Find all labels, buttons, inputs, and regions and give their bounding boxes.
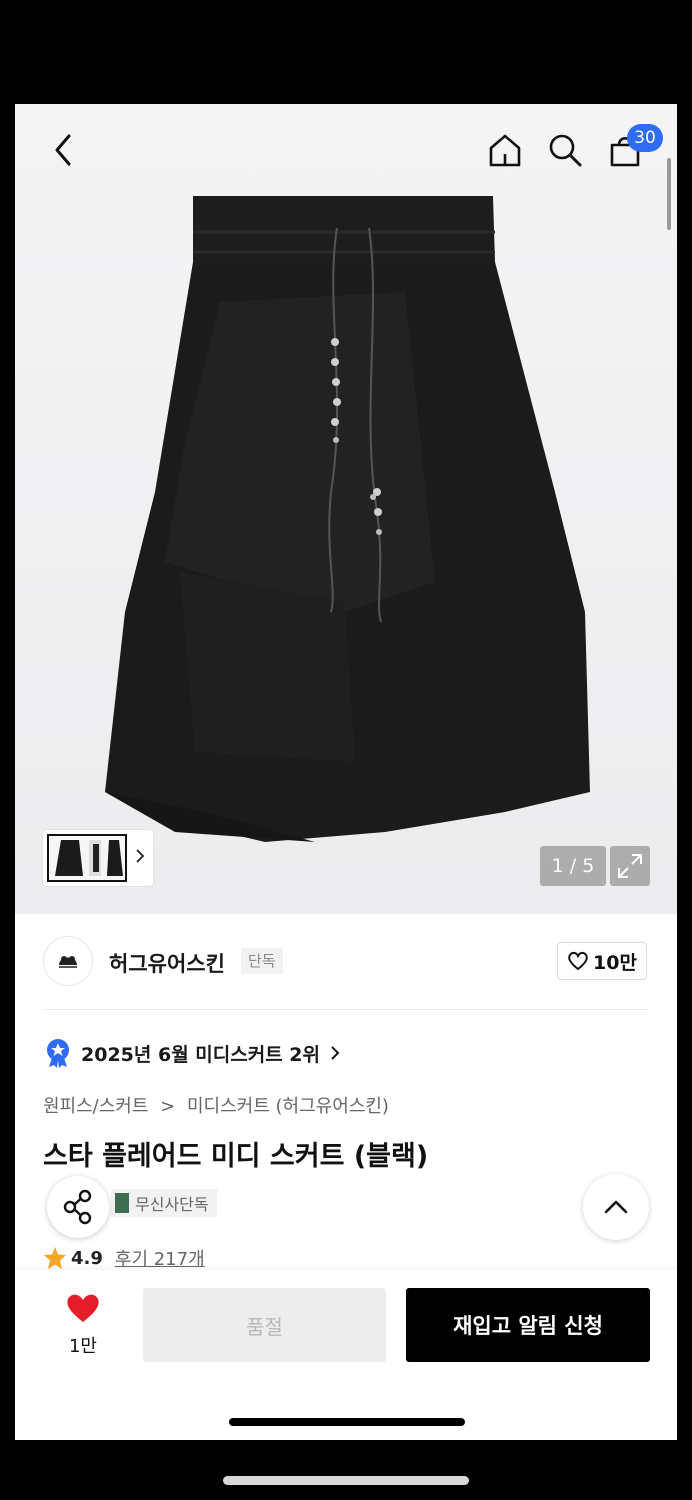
- heart-filled-icon: [67, 1294, 99, 1322]
- ranking-text: 2025년 6월 미디스커트 2위: [81, 1043, 321, 1066]
- share-icon: [63, 1189, 92, 1225]
- brand-like-button[interactable]: 10만: [557, 942, 647, 980]
- brand-row: 허그유어스킨 단독 10만: [43, 936, 649, 990]
- share-button[interactable]: [47, 1176, 109, 1238]
- product-title: 스타 플레어드 미디 스커트 (블랙): [43, 1141, 429, 1172]
- product-like-button[interactable]: 1만: [51, 1292, 115, 1358]
- musinsa-exclusive-tag: 무신사단독: [111, 1189, 217, 1217]
- rating-score: 4.9: [71, 1247, 103, 1269]
- musinsa-exclusive-label: 무신사단독: [135, 1195, 209, 1214]
- scroll-indicator: [667, 158, 671, 230]
- breadcrumb: 원피스/스커트 > 미디스커트 (허그유어스킨): [43, 1092, 389, 1118]
- product-gallery[interactable]: 30 1 / 5: [15, 104, 677, 914]
- restock-alert-button[interactable]: 재입고 알림 신청: [406, 1288, 650, 1362]
- scroll-to-top-button[interactable]: [583, 1174, 649, 1240]
- product-like-count: 1만: [68, 1336, 97, 1357]
- chevron-right-icon: [331, 1046, 340, 1060]
- search-icon[interactable]: [545, 128, 585, 172]
- soldout-button: 품절: [143, 1288, 386, 1362]
- ranking-link[interactable]: 2025년 6월 미디스커트 2위: [45, 1038, 340, 1068]
- review-link[interactable]: 후기 217개: [115, 1245, 205, 1271]
- breadcrumb-category[interactable]: 원피스/스커트: [43, 1096, 148, 1117]
- exclusive-badge: 단독: [241, 948, 283, 974]
- home-indicator: [229, 1418, 465, 1426]
- chevron-right-icon[interactable]: [135, 848, 145, 868]
- home-icon[interactable]: [485, 128, 525, 172]
- brand-logo[interactable]: [43, 936, 93, 986]
- star-icon: [44, 1247, 66, 1269]
- expand-icon[interactable]: [610, 846, 650, 886]
- rating-row: 4.9 후기 217개: [43, 1244, 205, 1272]
- ranking-medal-icon: [47, 1039, 69, 1068]
- heart-outline-icon: [568, 951, 588, 971]
- brand-like-count: 10만: [593, 951, 637, 974]
- breadcrumb-separator: >: [160, 1096, 176, 1117]
- breadcrumb-subcategory[interactable]: 미디스커트 (허그유어스킨): [187, 1096, 389, 1117]
- section-divider: [43, 1009, 649, 1010]
- tag-mark-icon: [115, 1193, 129, 1213]
- image-pager: 1 / 5: [540, 846, 606, 886]
- back-arrow-icon[interactable]: [45, 128, 81, 172]
- thumbnail-image[interactable]: [47, 834, 127, 882]
- thumbnail-strip[interactable]: [43, 830, 153, 886]
- brand-name[interactable]: 허그유어스킨: [109, 948, 225, 978]
- chevron-up-icon: [604, 1200, 628, 1214]
- top-navigation-bar: 30: [15, 104, 677, 194]
- cart-count-badge: 30: [627, 124, 663, 152]
- app-screen: 30 1 / 5 허그유어스킨 단독 10만 2025년 6월 미디스커트 2위…: [15, 104, 677, 1440]
- outer-home-indicator: [223, 1476, 469, 1485]
- purchase-bar: 1만 품절 재입고 알림 신청: [15, 1270, 677, 1440]
- product-image: [105, 196, 590, 842]
